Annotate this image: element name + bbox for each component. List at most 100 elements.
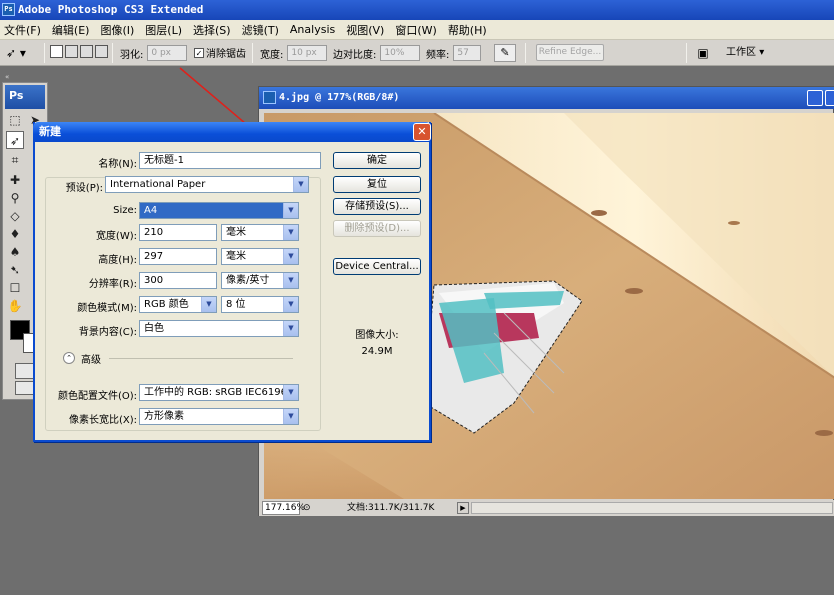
path-select-icon[interactable]: ➷ <box>6 261 24 279</box>
pen-pressure-icon[interactable]: ✎ <box>494 44 516 62</box>
antialias-label: 消除锯齿 <box>206 49 246 60</box>
antialias-checkbox[interactable]: ✓ <box>194 47 204 58</box>
advanced-toggle-icon[interactable]: ⌃ <box>63 352 75 364</box>
width-input[interactable]: 10 px <box>287 45 328 61</box>
color-profile-select[interactable]: 工作中的 RGB: sRGB IEC6196... ▼ <box>139 384 299 401</box>
new-selection-icon[interactable] <box>50 45 63 58</box>
chevron-down-icon: ▼ <box>283 385 298 400</box>
height-unit-select[interactable]: 毫米 ▼ <box>221 248 299 265</box>
menu-bar: 文件(F) 编辑(E) 图像(I) 图层(L) 选择(S) 滤镜(T) Anal… <box>0 20 834 40</box>
app-title: Adobe Photoshop CS3 Extended <box>18 3 204 16</box>
minimize-button[interactable] <box>807 90 823 106</box>
subtract-selection-icon[interactable] <box>80 45 93 58</box>
file-browser-icon[interactable]: ▣ <box>694 44 712 62</box>
background-value: 白色 <box>144 323 164 334</box>
menu-image[interactable]: 图像(I) <box>100 22 134 38</box>
workspace-menu[interactable]: 工作区 ▾ <box>726 45 764 61</box>
height-label: 高度(H): <box>98 255 137 266</box>
aspect-ratio-select[interactable]: 方形像素 ▼ <box>139 408 299 425</box>
clone-stamp-icon[interactable]: ⚲ <box>6 189 24 207</box>
menu-edit[interactable]: 编辑(E) <box>52 22 90 38</box>
name-label: 名称(N): <box>98 159 137 170</box>
lasso-tool-preset-icon[interactable]: ➶ ▾ <box>6 45 36 61</box>
reset-button[interactable]: 复位 <box>333 176 421 193</box>
menu-select[interactable]: 选择(S) <box>193 22 231 38</box>
preset-value: International Paper <box>110 179 206 190</box>
width-input[interactable]: 210 <box>139 224 217 241</box>
hand-tool-icon[interactable]: ✋ <box>6 297 24 315</box>
chevron-down-icon: ▼ <box>283 203 298 218</box>
preset-select[interactable]: International Paper ▼ <box>105 176 309 193</box>
save-preset-button[interactable]: 存储预设(S)... <box>333 198 421 215</box>
close-icon[interactable]: ✕ <box>413 123 431 141</box>
size-select[interactable]: A4 ▼ <box>139 202 299 219</box>
advanced-divider <box>109 358 293 359</box>
image-size-value: 24.9M <box>361 346 393 357</box>
chevron-down-icon: ▼ <box>283 321 298 336</box>
preset-label: 预设(P): <box>65 183 103 194</box>
name-input[interactable]: 无标题-1 <box>139 152 321 169</box>
height-input[interactable]: 297 <box>139 248 217 265</box>
horizontal-scrollbar[interactable] <box>471 502 833 514</box>
color-mode-value: RGB 颜色 <box>144 299 189 310</box>
color-profile-value: 工作中的 RGB: sRGB IEC6196... <box>144 387 297 398</box>
chevron-down-icon: ▼ <box>283 409 298 424</box>
frequency-input[interactable]: 57 <box>453 45 482 61</box>
dialog-title-bar: 新建 ✕ <box>33 122 431 142</box>
bit-depth-value: 8 位 <box>226 299 246 310</box>
status-info-icon[interactable]: ⊙ <box>303 501 315 515</box>
background-label: 背景内容(C): <box>78 327 137 338</box>
notes-tool-icon[interactable]: ☐ <box>6 279 24 297</box>
aspect-ratio-value: 方形像素 <box>144 411 184 422</box>
frequency-label: 频率: <box>426 49 450 61</box>
intersect-selection-icon[interactable] <box>95 45 108 58</box>
width-unit: 毫米 <box>226 227 246 238</box>
dialog-title: 新建 <box>39 125 61 138</box>
width-label: 宽度(W): <box>95 231 137 242</box>
pen-tool-icon[interactable]: ♠ <box>6 243 24 261</box>
menu-file[interactable]: 文件(F) <box>4 22 41 38</box>
selection-mode-group <box>50 45 108 58</box>
color-mode-select[interactable]: RGB 颜色 ▼ <box>139 296 217 313</box>
chevron-down-icon: ▾ <box>759 47 765 58</box>
bit-depth-select[interactable]: 8 位 ▼ <box>221 296 299 313</box>
menu-view[interactable]: 视图(V) <box>346 22 384 38</box>
healing-tool-icon[interactable]: ✚ <box>6 171 24 189</box>
contrast-input[interactable]: 10% <box>380 45 421 61</box>
resolution-label: 分辨率(R): <box>88 279 137 290</box>
size-label: Size: <box>113 205 137 216</box>
zoom-field[interactable]: 177.16% <box>262 501 305 515</box>
device-central-button[interactable]: Device Central... <box>333 258 421 275</box>
add-selection-icon[interactable] <box>65 45 78 58</box>
menu-layer[interactable]: 图层(L) <box>145 22 182 38</box>
background-select[interactable]: 白色 ▼ <box>139 320 299 337</box>
menu-help[interactable]: 帮助(H) <box>448 22 487 38</box>
delete-preset-button[interactable]: 删除预设(D)... <box>333 220 421 237</box>
chevron-down-icon: ▼ <box>283 297 298 312</box>
marquee-tool-icon[interactable]: ⬚ <box>6 111 24 129</box>
feather-input[interactable]: 0 px <box>147 45 188 61</box>
resolution-input[interactable]: 300 <box>139 272 217 289</box>
advanced-label: 高级 <box>81 355 101 366</box>
menu-filter[interactable]: 滤镜(T) <box>242 22 279 38</box>
maximize-button[interactable] <box>825 90 834 106</box>
app-title-bar: Ps Adobe Photoshop CS3 Extended <box>0 0 834 20</box>
width-unit-select[interactable]: 毫米 ▼ <box>221 224 299 241</box>
contrast-label: 边对比度: <box>333 49 377 61</box>
status-menu-arrow-icon[interactable]: ▶ <box>457 502 469 514</box>
menu-analysis[interactable]: Analysis <box>290 23 335 36</box>
chevron-down-icon: ▼ <box>293 177 308 192</box>
resolution-unit-select[interactable]: 像素/英寸 ▼ <box>221 272 299 289</box>
blur-tool-icon[interactable]: ♦ <box>6 225 24 243</box>
toolbox-collapse-icon[interactable]: « <box>3 72 49 82</box>
eraser-tool-icon[interactable]: ◇ <box>6 207 24 225</box>
document-status-bar: 177.16% ⊙ 文档:311.7K/311.7K ▶ <box>259 500 834 516</box>
refine-edge-button[interactable]: Refine Edge... <box>536 44 604 61</box>
ok-button[interactable]: 确定 <box>333 152 421 169</box>
feather-label: 羽化: <box>120 49 144 61</box>
new-document-dialog: 新建 ✕ 名称(N): 无标题-1 预设(P): International P… <box>33 122 431 442</box>
crop-tool-icon[interactable]: ⌗ <box>6 151 24 169</box>
workspace-label: 工作区 <box>726 47 756 58</box>
lasso-tool-icon[interactable]: ➶ <box>6 131 24 149</box>
menu-window[interactable]: 窗口(W) <box>395 22 436 38</box>
